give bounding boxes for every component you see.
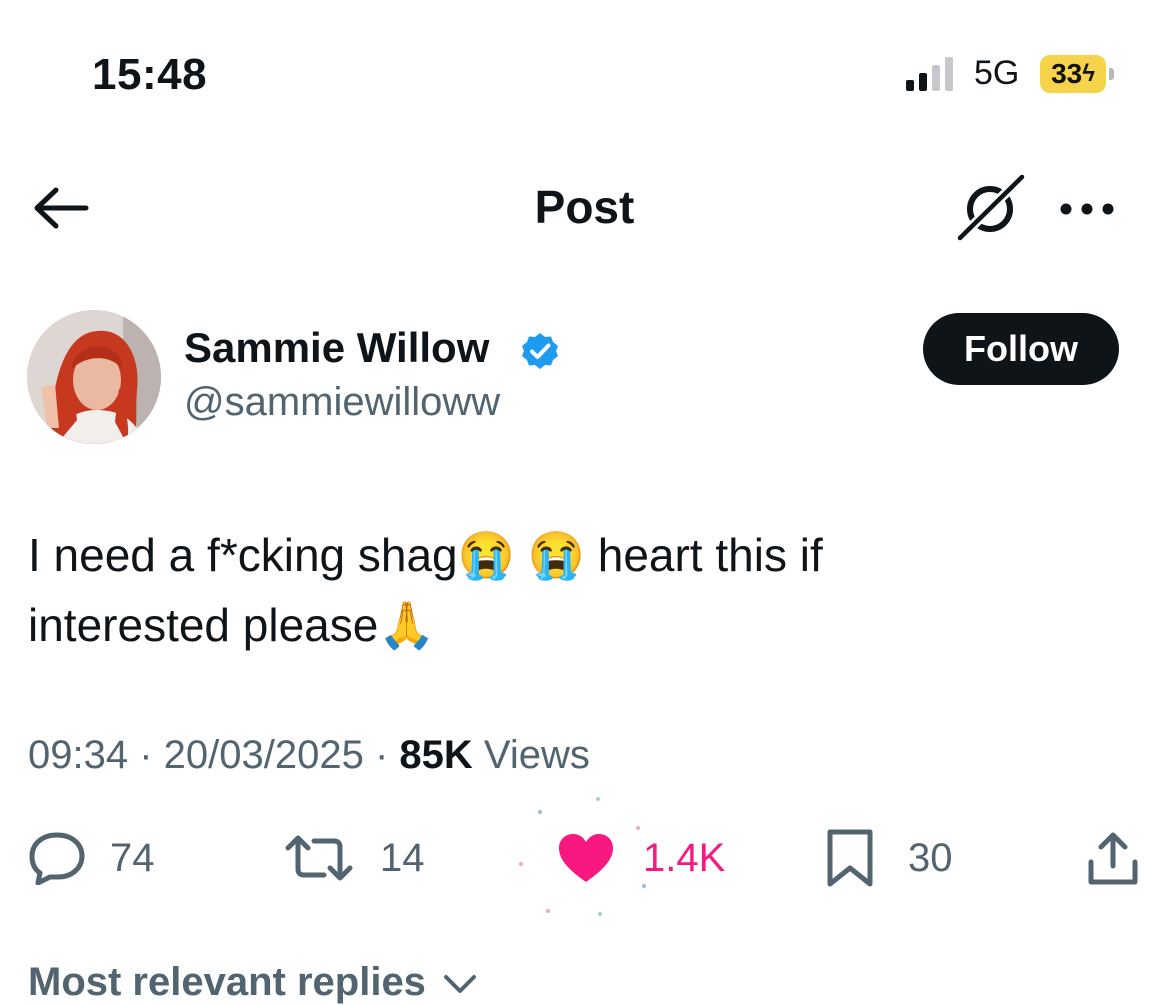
repost-count: 14 (380, 835, 425, 880)
battery-icon: 33 ϟ (1040, 55, 1116, 93)
follow-button[interactable]: Follow (923, 313, 1119, 385)
replies-sort-dropdown[interactable]: Most relevant replies (28, 960, 477, 1005)
bookmark-icon (827, 829, 873, 887)
post-time[interactable]: 09:34 (28, 733, 128, 777)
avatar[interactable] (27, 310, 161, 444)
post-text-line-1: I need a f*cking shag😭 😭 heart this if (28, 529, 823, 581)
status-time: 15:48 (92, 50, 208, 99)
username-handle[interactable]: @sammiewilloww (184, 380, 500, 425)
views-label: Views (472, 733, 590, 777)
bookmark-button[interactable]: 30 (826, 828, 953, 888)
repost-icon (285, 835, 353, 881)
more-options-button[interactable] (1058, 198, 1116, 220)
display-name[interactable]: Sammie Willow (184, 324, 489, 372)
repost-button[interactable]: 14 (284, 828, 425, 888)
grok-icon (955, 172, 1027, 243)
network-type: 5G (974, 54, 1020, 92)
battery-level: 33 (1051, 58, 1083, 89)
reply-count: 74 (110, 835, 155, 880)
more-dots-icon (1060, 203, 1114, 215)
profile-photo (27, 310, 161, 444)
reply-icon (29, 832, 85, 885)
post-date[interactable]: 20/03/2025 (164, 733, 364, 777)
views-count: 85K (399, 733, 473, 777)
reply-button[interactable]: 74 (28, 828, 155, 888)
cellular-signal-icon (906, 57, 953, 91)
grok-button[interactable] (954, 172, 1028, 243)
replies-sort-label: Most relevant replies (28, 960, 426, 1004)
chevron-down-icon (444, 975, 477, 993)
like-button[interactable]: 1.4K (557, 828, 725, 888)
verified-badge-icon (522, 333, 558, 369)
heart-icon (559, 834, 613, 882)
share-button[interactable] (1085, 828, 1141, 888)
like-count: 1.4K (643, 835, 726, 880)
post-metadata: 09:34 · 20/03/2025 · 85K Views (28, 733, 590, 777)
share-icon (1088, 832, 1138, 885)
bookmark-count: 30 (908, 835, 953, 880)
post-text-line-2: interested please🙏 (28, 599, 436, 651)
post-text: I need a f*cking shag😭 😭 heart this if i… (28, 520, 1138, 660)
